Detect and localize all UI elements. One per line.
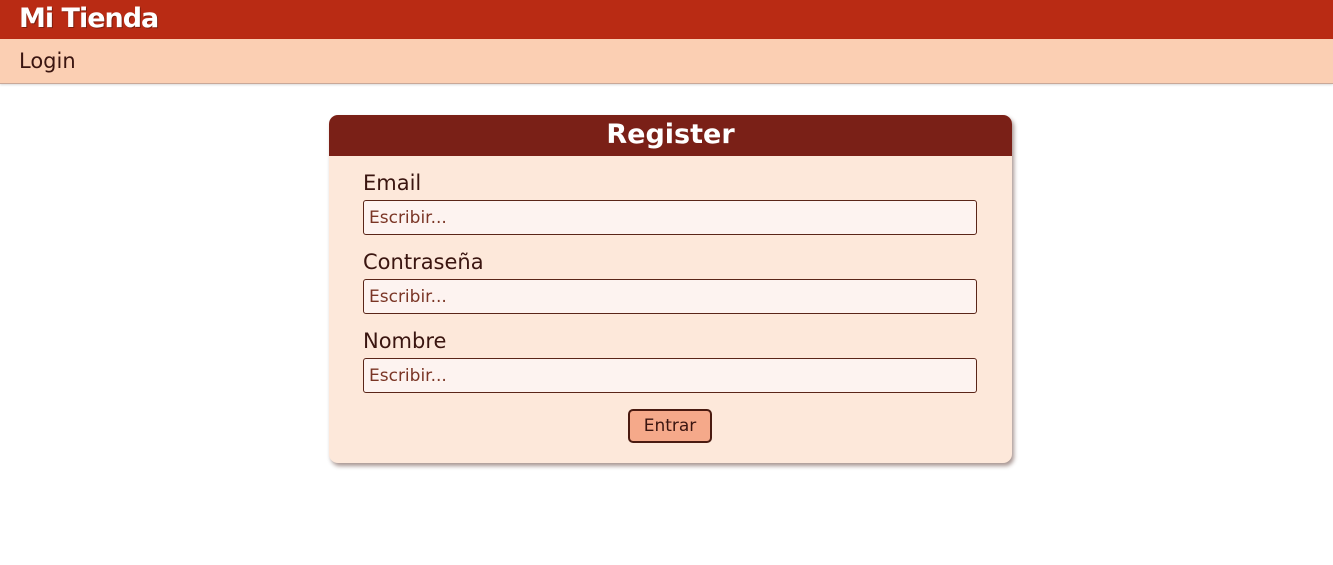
page-title: Register	[606, 119, 735, 150]
name-label: Nombre	[363, 329, 447, 353]
password-label: Contraseña	[363, 250, 484, 274]
password-field[interactable]	[363, 279, 977, 314]
register-card-header: Register	[329, 115, 1012, 156]
top-bar: Mi Tienda	[0, 0, 1333, 39]
email-field[interactable]	[363, 200, 977, 235]
brand-logo[interactable]: Mi Tienda	[19, 1, 159, 37]
register-card: Register Email Contraseña Nombre Entrar	[329, 115, 1012, 463]
nav-bar: Login	[0, 39, 1333, 84]
nav-login-link[interactable]: Login	[19, 48, 76, 74]
name-field[interactable]	[363, 358, 977, 393]
submit-button[interactable]: Entrar	[628, 409, 712, 443]
email-label: Email	[363, 171, 422, 195]
